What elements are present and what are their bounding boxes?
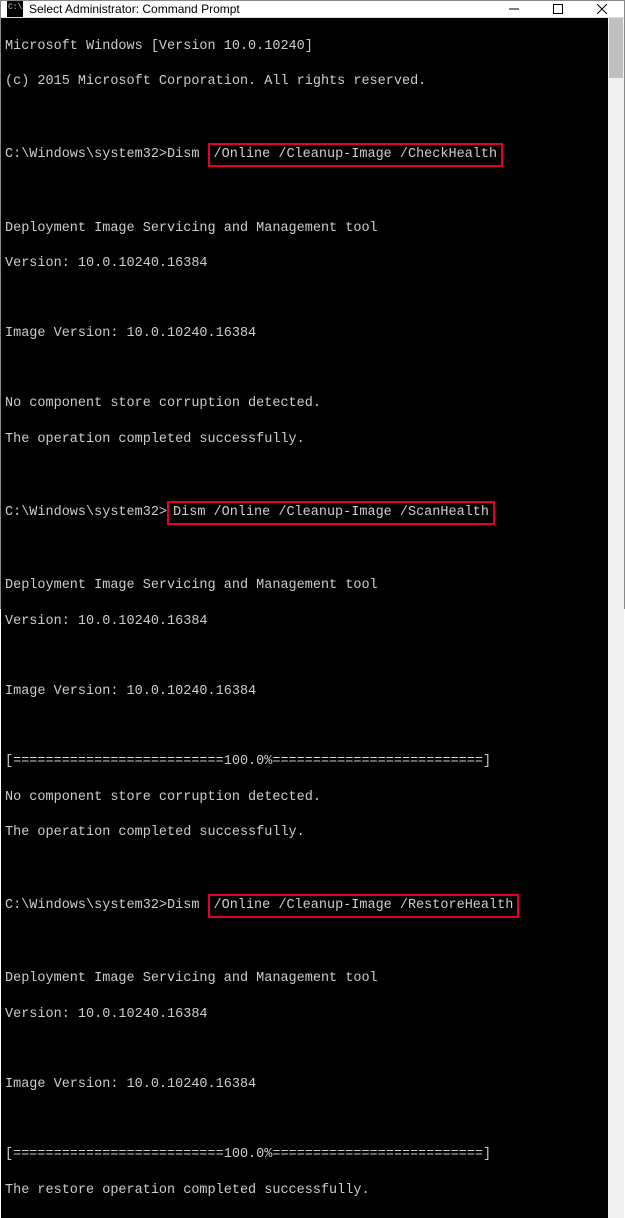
minimize-button[interactable] — [492, 1, 536, 17]
cmd1-line: C:\Windows\system32>Dism /Online /Cleanu… — [5, 143, 604, 167]
terminal-area: Microsoft Windows [Version 10.0.10240] (… — [1, 18, 624, 1218]
command-prompt-window: Select Administrator: Command Prompt Mic… — [0, 0, 625, 609]
dism-version-line: Version: 10.0.10240.16384 — [5, 255, 604, 273]
dism-tool-line: Deployment Image Servicing and Managemen… — [5, 970, 604, 988]
dism-tool-line: Deployment Image Servicing and Managemen… — [5, 577, 604, 595]
progress-line: [==========================100.0%=======… — [5, 753, 604, 771]
vertical-scrollbar[interactable] — [608, 18, 624, 1218]
cmd-icon — [7, 1, 23, 17]
cmd2-line: C:\Windows\system32>Dism /Online /Cleanu… — [5, 501, 604, 525]
restore-success-line: The restore operation completed successf… — [5, 1182, 604, 1200]
dism-tool-line: Deployment Image Servicing and Managemen… — [5, 220, 604, 238]
cmd3-line: C:\Windows\system32>Dism /Online /Cleanu… — [5, 894, 604, 918]
dism-version-line: Version: 10.0.10240.16384 — [5, 1006, 604, 1024]
success-line: The operation completed successfully. — [5, 824, 604, 842]
progress-line: [==========================100.0%=======… — [5, 1146, 604, 1164]
banner-line: Microsoft Windows [Version 10.0.10240] — [5, 38, 604, 56]
terminal-output[interactable]: Microsoft Windows [Version 10.0.10240] (… — [1, 18, 608, 1218]
close-button[interactable] — [580, 1, 624, 17]
maximize-button[interactable] — [536, 1, 580, 17]
success-line: The operation completed successfully. — [5, 431, 604, 449]
cmd2-highlight: Dism /Online /Cleanup-Image /ScanHealth — [167, 501, 495, 525]
window-title: Select Administrator: Command Prompt — [29, 2, 492, 16]
titlebar[interactable]: Select Administrator: Command Prompt — [1, 1, 624, 18]
no-corruption-line: No component store corruption detected. — [5, 395, 604, 413]
dism-version-line: Version: 10.0.10240.16384 — [5, 613, 604, 631]
copyright-line: (c) 2015 Microsoft Corporation. All righ… — [5, 73, 604, 91]
cmd1-highlight: /Online /Cleanup-Image /CheckHealth — [208, 143, 504, 167]
scrollbar-thumb[interactable] — [609, 18, 623, 78]
window-controls — [492, 1, 624, 17]
success-line: The operation completed successfully. — [5, 1217, 604, 1218]
cmd3-highlight: /Online /Cleanup-Image /RestoreHealth — [208, 894, 520, 918]
no-corruption-line: No component store corruption detected. — [5, 789, 604, 807]
image-version-line: Image Version: 10.0.10240.16384 — [5, 325, 604, 343]
image-version-line: Image Version: 10.0.10240.16384 — [5, 683, 604, 701]
image-version-line: Image Version: 10.0.10240.16384 — [5, 1076, 604, 1094]
